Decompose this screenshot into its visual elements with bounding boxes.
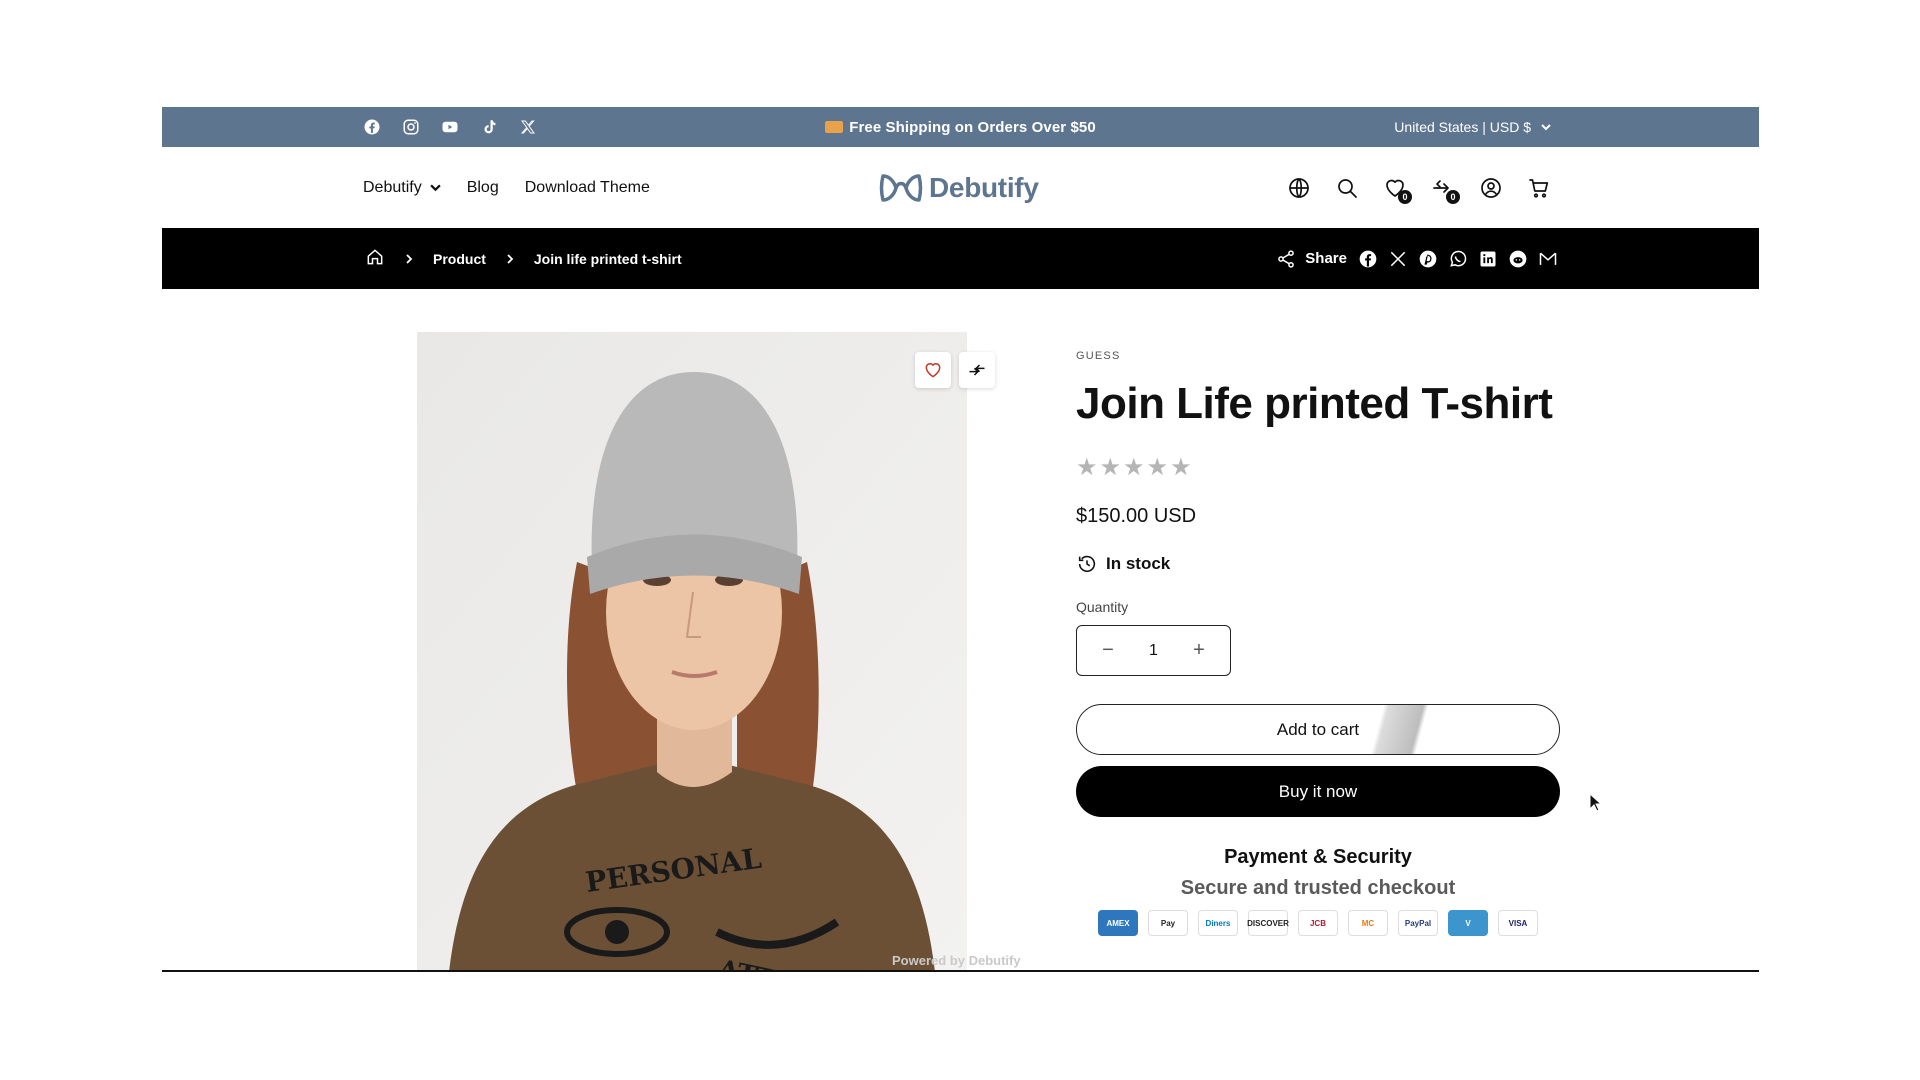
breadcrumb-current: Join life printed t-shirt — [533, 250, 682, 267]
compare-icon[interactable]: 0 — [1431, 176, 1460, 204]
globe-icon[interactable] — [1287, 176, 1311, 200]
breadcrumb-item-product[interactable]: Product — [433, 251, 486, 267]
home-icon[interactable] — [365, 247, 385, 270]
nav-item-label: Debutify — [363, 178, 422, 196]
product-photo: PERSONAL ATTITUDE — [417, 332, 967, 970]
search-icon[interactable] — [1335, 176, 1359, 200]
nav-item-debutify[interactable]: Debutify — [363, 179, 441, 197]
add-to-cart-button[interactable]: Add to cart — [1076, 704, 1560, 755]
mouse-cursor-icon — [1589, 793, 1603, 812]
apple-pay-card-icon: Pay — [1148, 910, 1188, 936]
heart-icon — [925, 363, 941, 378]
pinterest-icon[interactable] — [1417, 248, 1439, 270]
chevron-right-icon — [507, 253, 514, 264]
product-image[interactable]: PERSONAL ATTITUDE — [417, 332, 967, 970]
quantity-value[interactable]: 1 — [1149, 642, 1158, 660]
wishlist-count-badge: 0 — [1398, 189, 1412, 204]
diners-card-icon: Diners — [1198, 910, 1238, 936]
chevron-down-icon — [430, 184, 441, 192]
chevron-down-icon — [1541, 124, 1551, 131]
star-icon: ★ — [1099, 454, 1122, 481]
email-icon[interactable] — [1537, 248, 1559, 270]
reddit-icon[interactable] — [1507, 248, 1529, 270]
announcement-bar: Free Shipping on Orders Over $50 United … — [162, 107, 1759, 147]
payment-cards: AMEX Pay Diners DISCOVER JCB MC PayPal V… — [1076, 910, 1560, 936]
star-icon: ★ — [1076, 454, 1098, 481]
product-title: Join Life printed T-shirt — [1076, 379, 1553, 428]
wishlist-button[interactable] — [915, 352, 951, 388]
locale-selector[interactable]: United States | USD $ — [1394, 107, 1551, 147]
page-frame: Free Shipping on Orders Over $50 United … — [162, 107, 1759, 972]
quantity-increase-button[interactable]: + — [1190, 639, 1208, 661]
site-logo[interactable]: Debutify — [879, 171, 1039, 205]
site-header: Debutify Blog Download Theme Debutify 0 … — [162, 147, 1759, 228]
announcement-text: Free Shipping on Orders Over $50 — [849, 118, 1096, 136]
compare-arrows-icon — [969, 364, 985, 376]
nav-item-blog[interactable]: Blog — [467, 179, 499, 197]
star-icon: ★ — [1170, 454, 1192, 481]
nav-item-label: Blog — [466, 178, 499, 196]
compare-count-badge: 0 — [1446, 189, 1460, 204]
payment-title: Payment & Security — [1224, 846, 1412, 868]
breadcrumb: Product Join life printed t-shirt — [365, 228, 682, 289]
share-icon — [1275, 248, 1297, 270]
whatsapp-icon[interactable] — [1447, 248, 1469, 270]
product-info: GUESS Join Life printed T-shirt ★ ★ ★ ★ … — [1076, 332, 1560, 936]
header-actions: 0 0 — [1287, 147, 1551, 228]
stock-status: In stock — [1076, 553, 1560, 575]
wishlist-icon[interactable]: 0 — [1383, 176, 1412, 204]
nav-item-label: Download Theme — [524, 178, 650, 196]
chevron-right-icon — [406, 253, 413, 264]
star-icon: ★ — [1146, 454, 1169, 481]
logo-mark-icon — [879, 174, 923, 202]
compare-button[interactable] — [959, 352, 995, 388]
quantity-stepper: − 1 + — [1076, 625, 1231, 676]
truck-icon — [825, 121, 844, 133]
logo-text: Debutify — [929, 172, 1039, 203]
amex-card-icon: AMEX — [1098, 910, 1138, 936]
visa-card-icon: VISA — [1498, 910, 1538, 936]
quantity-decrease-button[interactable]: − — [1099, 639, 1117, 661]
main-nav: Debutify Blog Download Theme — [363, 147, 650, 228]
quantity-label: Quantity — [1076, 599, 1129, 615]
facebook-icon[interactable] — [1357, 248, 1379, 270]
buy-now-button[interactable]: Buy it now — [1076, 766, 1560, 817]
x-icon[interactable] — [1387, 248, 1409, 270]
linkedin-icon[interactable] — [1477, 248, 1499, 270]
powered-by: Powered by Debutify — [892, 953, 1021, 968]
stock-label: In stock — [1106, 554, 1171, 573]
jcb-card-icon: JCB — [1298, 910, 1338, 936]
star-icon: ★ — [1123, 454, 1145, 481]
paypal-card-icon: PayPal — [1398, 910, 1438, 936]
cart-icon[interactable] — [1527, 176, 1551, 200]
product-price: $150.00 USD — [1076, 505, 1197, 527]
payment-subtitle: Secure and trusted checkout — [1180, 877, 1456, 899]
venmo-card-icon: V — [1448, 910, 1488, 936]
share-label: Share — [1305, 250, 1347, 267]
nav-item-download-theme[interactable]: Download Theme — [525, 179, 650, 197]
mastercard-card-icon: MC — [1348, 910, 1388, 936]
product-vendor: GUESS — [1076, 350, 1121, 362]
breadcrumb-bar: Product Join life printed t-shirt Share — [162, 228, 1759, 289]
rating-stars[interactable]: ★ ★ ★ ★ ★ — [1076, 456, 1560, 480]
history-icon — [1078, 555, 1096, 573]
share-bar: Share — [1275, 228, 1559, 289]
account-icon[interactable] — [1479, 176, 1503, 200]
locale-label: United States | USD $ — [1394, 119, 1531, 135]
discover-card-icon: DISCOVER — [1247, 910, 1289, 936]
